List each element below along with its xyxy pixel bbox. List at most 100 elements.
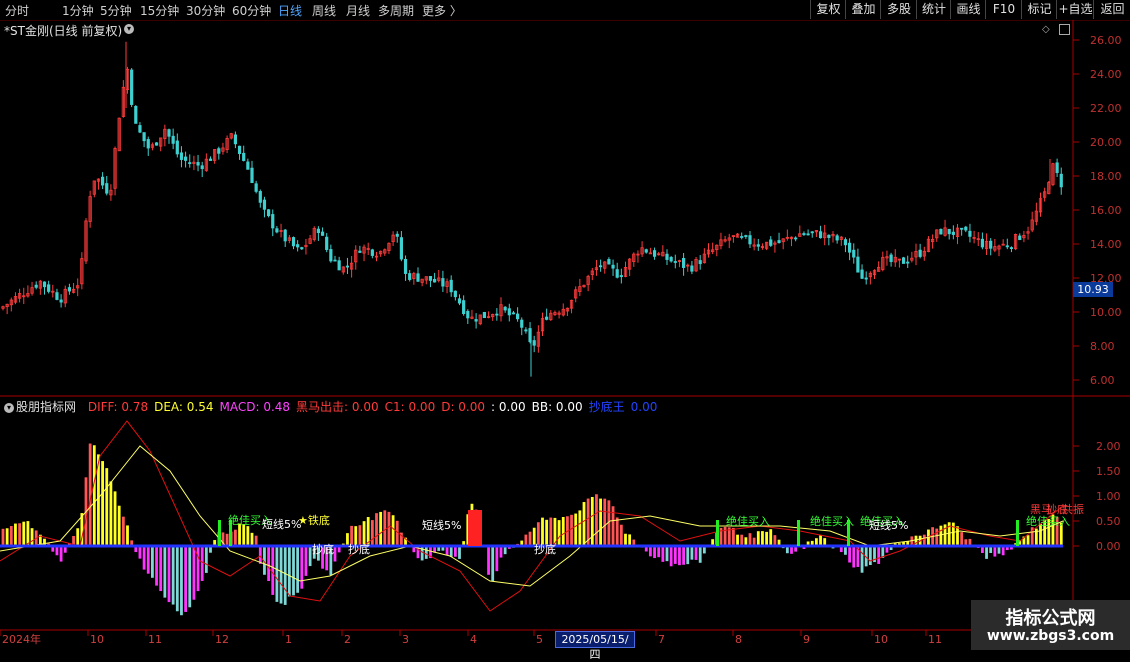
buy-signal-bar [716, 520, 719, 546]
candle-body [403, 258, 408, 274]
candle-body [134, 105, 138, 124]
candle-body [951, 231, 955, 235]
macd-bar [242, 524, 246, 546]
macd-bar [304, 546, 308, 576]
chevron-down-icon[interactable]: ▾ [124, 24, 134, 34]
price-tick-label: 8.00 [1090, 340, 1115, 353]
toolbar-button-3[interactable]: 统计 [916, 0, 951, 19]
macd-bar [669, 546, 673, 567]
candle-body [441, 278, 445, 287]
macd-bar [192, 546, 196, 600]
candle-body [55, 292, 59, 300]
candle-body [511, 312, 516, 315]
chart-toolbar: 分时 1分钟 5分钟 15分钟 30分钟 60分钟 日线 周线 月线 多周期 更多 〉 复权 叠加 多股统… [0, 0, 1130, 21]
candle-body [105, 183, 109, 194]
candle-body [1018, 235, 1022, 241]
candle-body [275, 228, 279, 233]
macd-bar [935, 528, 939, 546]
tab-timeframe-9[interactable]: 多周期 [378, 2, 414, 19]
signal-label-13: 抄底 [348, 542, 370, 556]
signal-label-5: 绝佳买入 [810, 514, 854, 528]
macd-bar [732, 527, 735, 546]
macd-bar [146, 546, 150, 574]
chevron-down-icon[interactable]: ▾ [4, 402, 14, 413]
macd-bar [180, 546, 183, 616]
toolbar-button-7[interactable]: +自选 [1056, 0, 1094, 19]
macd-bar [922, 534, 926, 546]
tab-timeframe-4[interactable]: 30分钟 [186, 2, 225, 19]
tab-timeframe-10[interactable]: 更多 〉 [422, 2, 462, 19]
tab-timeframe-3[interactable]: 15分钟 [140, 2, 179, 19]
tab-timeframe-8[interactable]: 月线 [346, 2, 370, 19]
macd-bar [387, 511, 391, 546]
toolbar-button-8[interactable]: 返回 [1093, 0, 1130, 19]
macd-bar [254, 535, 258, 546]
macd-bar [138, 546, 142, 559]
signal-label-14: 抄底 [534, 542, 556, 556]
diamond-icon[interactable]: ◇ [1042, 24, 1050, 35]
toolbar-button-6[interactable]: 标记 [1021, 0, 1057, 19]
tab-timeframe-5[interactable]: 60分钟 [232, 2, 271, 19]
macd-bar [665, 546, 669, 562]
macd-bar [673, 546, 677, 564]
toolbar-button-2[interactable]: 多股 [880, 0, 917, 19]
candle-body [482, 311, 487, 319]
toolbar-button-1[interactable]: 叠加 [845, 0, 881, 19]
candle-body [545, 316, 549, 320]
macd-bar [391, 515, 395, 546]
macd-bar [819, 535, 822, 546]
candle-body [939, 228, 943, 235]
candle-body [130, 69, 134, 105]
candle-body [142, 132, 146, 142]
candle-body [34, 284, 38, 288]
candle-body [748, 235, 752, 245]
tab-timeframe-2[interactable]: 5分钟 [100, 2, 132, 19]
tab-timeframe-6[interactable]: 日线 [278, 2, 302, 19]
macd-bar [113, 491, 117, 546]
candle-body [615, 269, 619, 278]
macd-bar [599, 498, 602, 546]
macd-bar [574, 513, 578, 546]
macd-bar [491, 546, 495, 582]
toolbar-button-0[interactable]: 复权 [810, 0, 846, 19]
macd-bar [661, 546, 665, 562]
macd-bar [748, 533, 752, 546]
candle-body [42, 281, 47, 288]
signal-label-7: 短线5% [869, 518, 908, 532]
candle-body [503, 306, 507, 311]
x-axis-label-3: 12 [215, 633, 229, 646]
macd-bar [852, 546, 856, 568]
price-tick-label: 22.00 [1090, 102, 1122, 115]
candle-body [777, 240, 781, 244]
macd-bar [258, 546, 262, 564]
macd-bar [184, 546, 187, 612]
tab-timeframe-7[interactable]: 周线 [312, 2, 336, 19]
candle-body [167, 129, 171, 137]
candle-body [644, 249, 648, 253]
macd-bar [379, 511, 383, 546]
x-axis-label-6: 3 [402, 633, 409, 646]
tab-timeframe-0[interactable]: 分时 [5, 2, 29, 19]
candle-body [283, 229, 287, 242]
square-icon[interactable] [1059, 24, 1070, 35]
macd-bar [595, 494, 598, 546]
x-axis-label-10: 8 [735, 633, 742, 646]
toolbar-button-5[interactable]: F10 [985, 0, 1022, 19]
candle-body [848, 242, 852, 253]
candle-body [669, 256, 673, 262]
toolbar-button-4[interactable]: 画线 [950, 0, 986, 19]
x-axis-label-11: 9 [803, 633, 810, 646]
macd-bar [524, 534, 528, 546]
candle-body [810, 231, 814, 234]
candle-body [906, 261, 910, 264]
tab-timeframe-1[interactable]: 1分钟 [62, 2, 94, 19]
candle-body [457, 298, 462, 304]
candle-body [291, 237, 296, 247]
candle-body [428, 275, 433, 281]
macd-bar [619, 524, 623, 546]
candle-body [395, 233, 399, 237]
indicator-readout-2: MACD: 0.48 [219, 400, 291, 414]
indicator-readout-0: DIFF: 0.78 [87, 400, 149, 414]
x-axis-label-5: 2 [344, 633, 351, 646]
price-tick-label: 26.00 [1090, 34, 1122, 47]
